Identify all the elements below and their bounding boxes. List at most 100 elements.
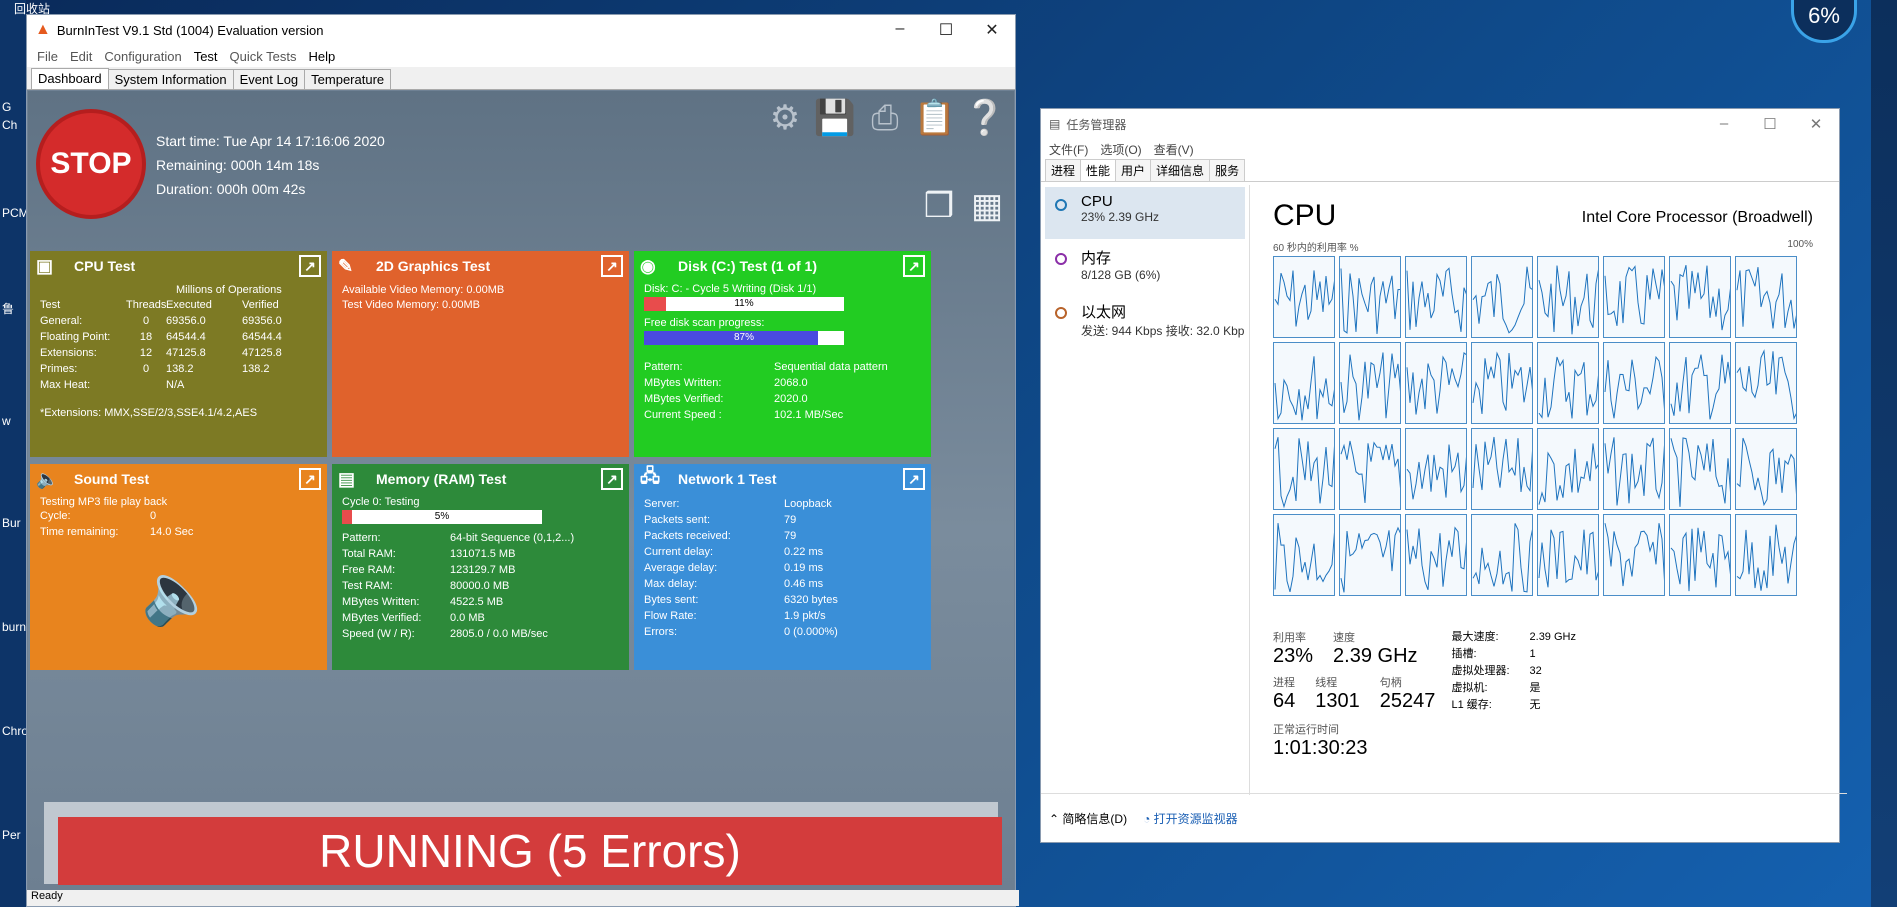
maximize-button[interactable]: ☐ — [923, 20, 969, 40]
sidebar-item-sub: 8/128 GB (6%) — [1081, 268, 1161, 282]
memory-key: MBytes Verified: — [342, 612, 422, 624]
sound-status: Testing MP3 file play back — [40, 496, 168, 508]
network-value: 0.22 ms — [784, 546, 824, 558]
resource-monitor-link[interactable]: ◔ 打开资源监视器 — [1143, 810, 1238, 827]
desktop-icon-label[interactable]: PCM — [2, 206, 29, 220]
core-graph — [1537, 256, 1599, 338]
grid-layout-icon[interactable]: ▦ — [966, 185, 1008, 227]
sound-key: Time remaining: — [40, 526, 119, 538]
cpu-test-panel: ▣ CPU Test ↗ Millions of Operations Test… — [30, 251, 327, 457]
memory-key: Total RAM: — [342, 548, 396, 560]
tab-temperature[interactable]: Temperature — [304, 69, 392, 89]
clipboard-icon[interactable]: 📋 — [914, 97, 956, 139]
stop-button[interactable]: STOP — [36, 109, 146, 219]
sidebar-item-label: 以太网 — [1081, 304, 1127, 321]
burnintest-titlebar[interactable]: ▲ BurnInTest V9.1 Std (1004) Evaluation … — [27, 15, 1015, 45]
performance-sidebar: CPU 23% 2.39 GHz 内存 8/128 GB (6%) 以太网 发送… — [1041, 185, 1250, 795]
memory-value: 80000.0 MB — [450, 580, 510, 592]
brief-info-button[interactable]: ⌃ 简略信息(D) — [1049, 810, 1127, 827]
desktop-icon-label[interactable]: G — [2, 100, 11, 114]
panel-title: Network 1 Test — [678, 471, 777, 487]
menu-view[interactable]: 查看(V) — [1150, 141, 1202, 158]
menu-file[interactable]: 文件(F) — [1045, 141, 1096, 158]
core-graph — [1669, 256, 1731, 338]
memory-value: 4522.5 MB — [450, 596, 504, 608]
help-icon[interactable]: ❔ — [964, 97, 1006, 139]
sidebar-item-sub: 23% 2.39 GHz — [1081, 210, 1160, 224]
ethernet-indicator-icon — [1055, 307, 1067, 319]
desktop-icon-label[interactable]: Ch — [2, 118, 17, 132]
cpu-row-verified: 47125.8 — [242, 347, 282, 359]
core-graph — [1471, 428, 1533, 510]
memory-key: MBytes Written: — [342, 596, 420, 608]
disk-value: 2020.0 — [774, 393, 808, 405]
sidebar-item-memory[interactable]: 内存 8/128 GB (6%) — [1045, 241, 1245, 293]
tab-system-information[interactable]: System Information — [107, 69, 234, 89]
sidebar-item-sub: 发送: 944 Kbps 接收: 32.0 Kbp — [1081, 324, 1245, 338]
expand-icon[interactable]: ↗ — [601, 255, 623, 277]
panel-title: Disk (C:) Test (1 of 1) — [678, 258, 817, 274]
network-key: Packets received: — [644, 530, 731, 542]
flame-icon: ▲ — [35, 21, 51, 38]
cpu-gauge-widget[interactable]: 6% — [1791, 0, 1857, 43]
minimize-button[interactable]: – — [877, 20, 923, 40]
network-value: Loopback — [784, 498, 832, 510]
desktop-icon-label[interactable]: 鲁 — [2, 300, 14, 317]
sidebar-item-cpu[interactable]: CPU 23% 2.39 GHz — [1045, 187, 1245, 239]
network-key: Bytes sent: — [644, 594, 699, 606]
expand-icon[interactable]: ↗ — [299, 468, 321, 490]
desktop-icon-label[interactable]: Bur — [2, 516, 21, 530]
desktop-icon-label[interactable]: burn — [2, 620, 26, 634]
running-status-banner: RUNNING (5 Errors) — [58, 817, 1002, 885]
menu-help[interactable]: Help — [302, 49, 341, 64]
expand-icon[interactable]: ↗ — [601, 468, 623, 490]
tab-processes[interactable]: 进程 — [1045, 159, 1082, 181]
desktop-icon-label[interactable]: w — [2, 414, 11, 428]
tab-performance[interactable]: 性能 — [1080, 159, 1117, 181]
menu-test[interactable]: Test — [188, 49, 224, 64]
disk-value: Sequential data pattern — [774, 361, 888, 373]
gear-icon[interactable]: ⚙ — [764, 97, 806, 139]
tab-event-log[interactable]: Event Log — [232, 69, 306, 89]
progress-fill — [644, 331, 818, 345]
expand-icon[interactable]: ↗ — [903, 255, 925, 277]
thread-count: 1301 — [1315, 690, 1360, 712]
menu-quick-tests[interactable]: Quick Tests — [224, 49, 303, 64]
tab-services[interactable]: 服务 — [1209, 159, 1246, 181]
expand-icon[interactable]: ↗ — [903, 468, 925, 490]
disk-key: MBytes Verified: — [644, 393, 724, 405]
desktop-icon-label[interactable]: Per — [2, 828, 21, 842]
util-label: 利用率 — [1273, 632, 1306, 644]
core-graph — [1735, 342, 1797, 424]
maximize-button[interactable]: ☐ — [1747, 115, 1793, 133]
spec-key: 虚拟机: — [1451, 682, 1488, 694]
disk-value: 2068.0 — [774, 377, 808, 389]
core-graph — [1339, 342, 1401, 424]
tab-users[interactable]: 用户 — [1115, 159, 1152, 181]
menu-options[interactable]: 选项(O) — [1096, 141, 1149, 158]
menu-edit[interactable]: Edit — [64, 49, 98, 64]
expand-icon[interactable]: ↗ — [299, 255, 321, 277]
menu-file[interactable]: File — [31, 49, 64, 64]
tab-dashboard[interactable]: Dashboard — [31, 68, 109, 89]
core-graph — [1603, 342, 1665, 424]
tab-details[interactable]: 详细信息 — [1150, 159, 1211, 181]
disk-test-panel: ◉ Disk (C:) Test (1 of 1) ↗ Disk: C: - C… — [634, 251, 931, 457]
dashboard-toolbar: ⚙ 💾 ⎙ 📋 ❔ — [764, 97, 1006, 139]
windows-layout-icon[interactable]: ❒ — [918, 185, 960, 227]
network-value: 79 — [784, 514, 797, 526]
close-button[interactable]: ✕ — [1793, 115, 1839, 133]
printer-icon[interactable]: ⎙ — [864, 97, 906, 139]
close-button[interactable]: ✕ — [969, 20, 1015, 40]
save-icon[interactable]: 💾 — [814, 97, 856, 139]
sidebar-item-ethernet[interactable]: 以太网 发送: 944 Kbps 接收: 32.0 Kbp — [1045, 295, 1245, 347]
thread-count-label: 线程 — [1315, 677, 1338, 689]
minimize-button[interactable]: – — [1701, 115, 1747, 133]
logical-processor-graphs — [1273, 256, 1813, 596]
core-graph — [1273, 428, 1335, 510]
taskmgr-titlebar[interactable]: ▤ 任务管理器 – ☐ ✕ — [1041, 109, 1839, 139]
disk-scan-label: Free disk scan progress: — [644, 317, 765, 329]
taskmgr-tabs: 进程 性能 用户 详细信息 服务 — [1041, 159, 1839, 182]
menu-configuration[interactable]: Configuration — [98, 49, 187, 64]
desktop-icon-label[interactable]: Chro — [2, 724, 28, 738]
